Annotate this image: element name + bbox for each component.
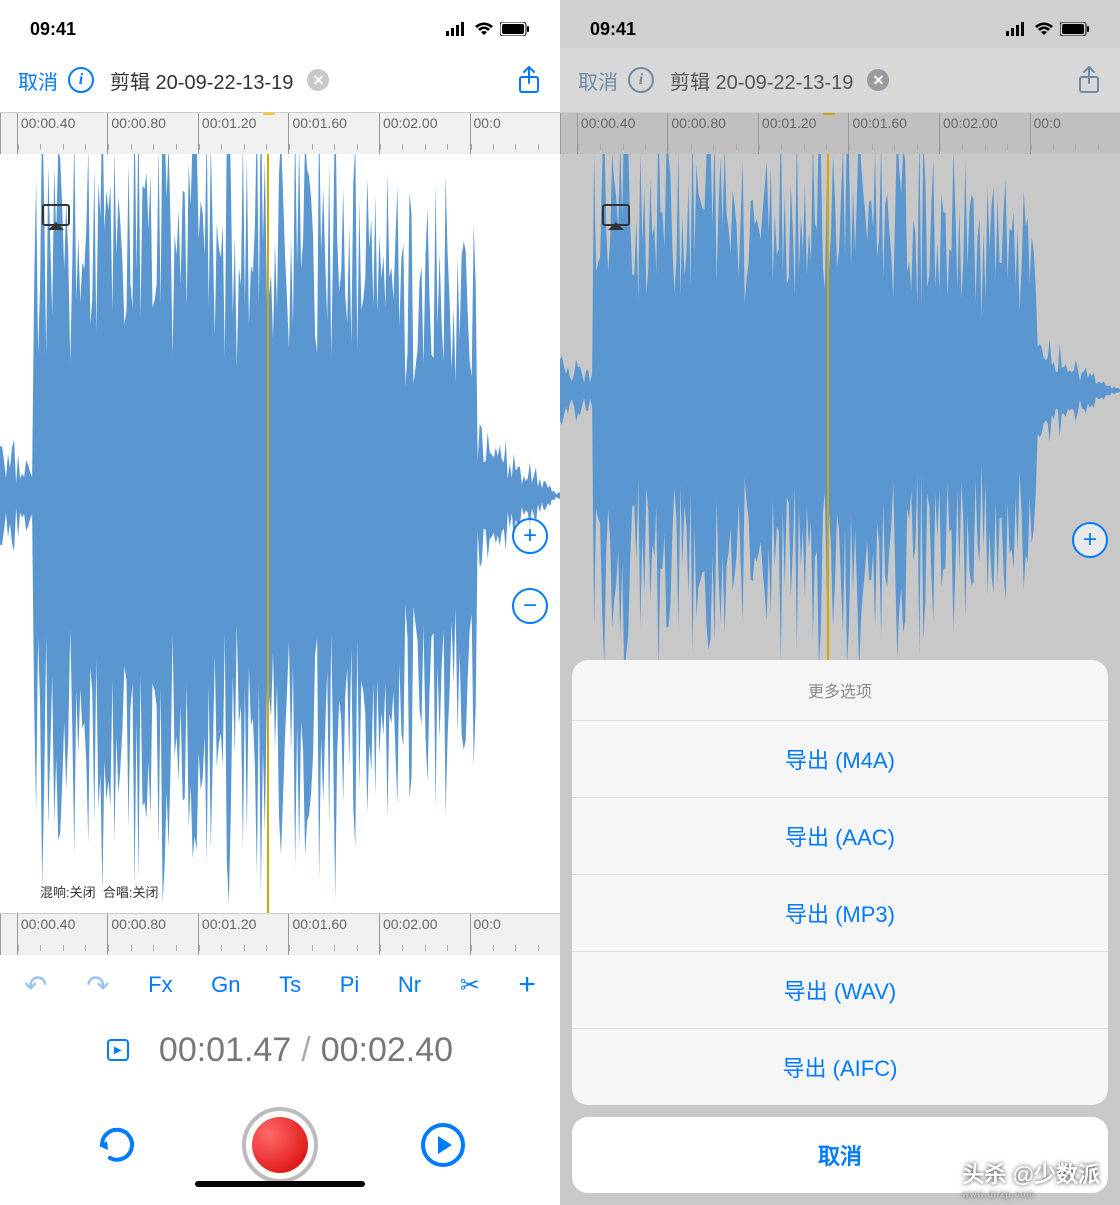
- ruler-top-content: 00:00.4000:00.8000:01.2000:01.6000:02.00…: [0, 113, 560, 154]
- nav-bar: 取消 i 剪辑 20-09-22-13-19 ✕: [560, 48, 1120, 112]
- playhead-marker-icon[interactable]: [263, 112, 275, 115]
- play-button[interactable]: [418, 1120, 468, 1170]
- ruler-bottom-content: 00:00.4000:00.8000:01.2000:01.6000:02.00…: [0, 914, 560, 955]
- home-indicator[interactable]: [195, 1181, 365, 1187]
- share-icon[interactable]: [516, 65, 542, 95]
- status-bar: 09:41: [0, 0, 560, 48]
- export-aac-option[interactable]: 导出 (AAC): [572, 798, 1108, 875]
- effects-label: 混响:关闭 合唱:关闭: [40, 882, 158, 901]
- waveform-area[interactable]: 混响:关闭 合唱:关闭 + −: [0, 154, 560, 913]
- time-display: ▶ 00:01.47 / 00:02.40: [0, 1015, 560, 1085]
- export-wav-option[interactable]: 导出 (WAV): [572, 952, 1108, 1029]
- nav-title: 剪辑 20-09-22-13-19: [670, 66, 853, 95]
- gn-button[interactable]: Gn: [211, 972, 240, 998]
- status-time: 09:41: [590, 19, 636, 40]
- airplay-icon[interactable]: [42, 204, 70, 226]
- export-mp3-option[interactable]: 导出 (MP3): [572, 875, 1108, 952]
- add-button[interactable]: +: [518, 968, 536, 1002]
- airplay-icon[interactable]: [602, 204, 630, 226]
- clear-title-icon[interactable]: ✕: [307, 69, 329, 91]
- playhead-line: [267, 154, 269, 913]
- ruler-bottom[interactable]: 00:00.4000:00.8000:01.2000:01.6000:02.00…: [0, 913, 560, 955]
- total-time: 00:02.40: [321, 1031, 453, 1070]
- ruler-top[interactable]: 00:00.4000:00.8000:01.2000:01.6000:02.00…: [0, 112, 560, 154]
- zoom-in-button[interactable]: +: [1072, 522, 1108, 558]
- zoom-out-button[interactable]: −: [512, 588, 548, 624]
- pi-button[interactable]: Pi: [340, 972, 360, 998]
- phone-right: 09:41 取消 i 剪辑 20-09-22-13-19 ✕: [560, 0, 1120, 1205]
- rewind-button[interactable]: [92, 1120, 142, 1170]
- nav-title: 剪辑 20-09-22-13-19: [110, 66, 293, 95]
- cancel-button[interactable]: 取消: [578, 66, 618, 95]
- phone-left: 09:41 取消 i 剪辑 20-09-22-13-19 ✕: [0, 0, 560, 1205]
- wifi-icon: [474, 22, 494, 36]
- watermark: 头杀 @少数派 www.dnzp.com: [962, 1157, 1100, 1199]
- status-time: 09:41: [30, 19, 76, 40]
- transport-controls: [0, 1085, 560, 1205]
- waveform-icon: [0, 154, 560, 913]
- waveform-area[interactable]: +: [560, 154, 1120, 680]
- waveform-icon: [560, 154, 1120, 680]
- info-icon[interactable]: i: [68, 67, 94, 93]
- nr-button[interactable]: Nr: [398, 972, 421, 998]
- wifi-icon: [1034, 22, 1054, 36]
- share-icon[interactable]: [1076, 65, 1102, 95]
- undo-button[interactable]: ↶: [24, 969, 47, 1002]
- toolbar: ↶ ↷ Fx Gn Ts Pi Nr ✂ +: [0, 955, 560, 1015]
- clear-title-icon[interactable]: ✕: [867, 69, 889, 91]
- info-icon[interactable]: i: [628, 67, 654, 93]
- action-sheet: 更多选项 导出 (M4A) 导出 (AAC) 导出 (MP3) 导出 (WAV)…: [572, 660, 1108, 1193]
- cut-button[interactable]: ✂: [460, 971, 480, 1000]
- sheet-title: 更多选项: [572, 660, 1108, 721]
- battery-icon: [1060, 22, 1090, 36]
- signal-icon: [1006, 22, 1028, 36]
- ruler-top-content-right: 00:00.4000:00.8000:01.2000:01.6000:02.00…: [560, 113, 1120, 154]
- status-bar: 09:41: [560, 0, 1120, 48]
- export-aifc-option[interactable]: 导出 (AIFC): [572, 1029, 1108, 1105]
- nav-bar: 取消 i 剪辑 20-09-22-13-19 ✕: [0, 48, 560, 112]
- redo-button[interactable]: ↷: [86, 969, 109, 1002]
- zoom-in-button[interactable]: +: [512, 518, 548, 554]
- fx-button[interactable]: Fx: [148, 972, 172, 998]
- ruler-top[interactable]: 00:00.4000:00.8000:01.2000:01.6000:02.00…: [560, 112, 1120, 154]
- ts-button[interactable]: Ts: [279, 972, 301, 998]
- playhead-line: [827, 154, 829, 680]
- cancel-button[interactable]: 取消: [18, 66, 58, 95]
- playhead-marker-icon[interactable]: [823, 112, 835, 115]
- record-button[interactable]: [242, 1107, 318, 1183]
- battery-icon: [500, 22, 530, 36]
- export-m4a-option[interactable]: 导出 (M4A): [572, 721, 1108, 798]
- play-indicator-icon[interactable]: ▶: [107, 1039, 129, 1061]
- signal-icon: [446, 22, 468, 36]
- current-time: 00:01.47: [159, 1031, 291, 1070]
